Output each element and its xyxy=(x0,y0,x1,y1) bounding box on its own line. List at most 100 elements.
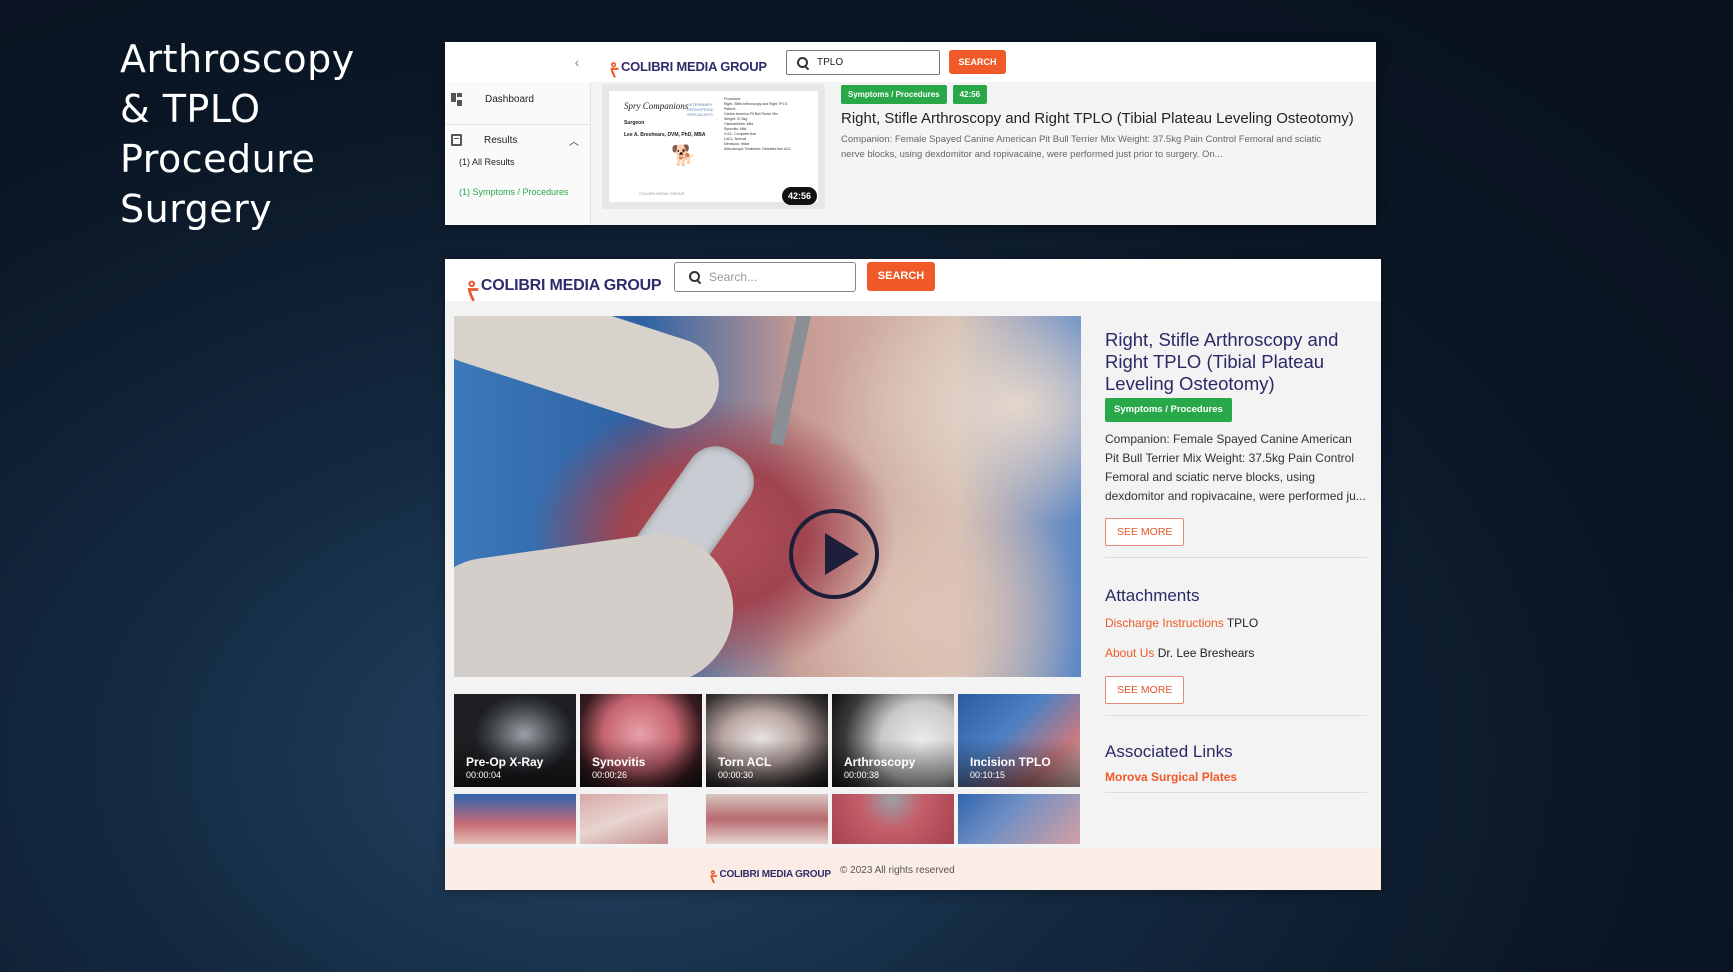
chapter-thumbnail[interactable]: Pre-Op X-Ray 00:00:04 xyxy=(454,694,576,787)
duration-badge: 42:56 xyxy=(781,187,817,205)
logo-text: COLIBRI MEDIA GROUP xyxy=(620,59,767,74)
divider xyxy=(1105,715,1367,716)
chapter-time: 00:00:26 xyxy=(592,770,628,780)
colibri-bird-icon: ᡷ xyxy=(610,60,619,80)
logo-text: COLIBRI MEDIA GROUP xyxy=(719,868,831,880)
chevron-up-icon[interactable]: ︿ xyxy=(569,133,579,148)
sidebar-item-results[interactable]: Results ︿ xyxy=(445,127,591,153)
sidebar-divider xyxy=(445,124,591,125)
sidebar-item-symptoms[interactable]: (1) Symptoms / Procedures xyxy=(459,187,569,197)
document-line: Arthroscopic Treatment: Debrided torn AC… xyxy=(724,147,791,151)
chapter-name: Torn ACL xyxy=(718,755,772,769)
sidebar-item-label: Dashboard xyxy=(485,93,534,105)
attachment-text: Dr. Lee Breshears xyxy=(1154,646,1255,660)
chapter-name: Arthroscopy xyxy=(844,755,916,769)
attachment-item: About Us Dr. Lee Breshears xyxy=(1105,646,1367,660)
result-thumbnail[interactable]: Spry Companions VETERINARY ORTHOPEDIC SP… xyxy=(602,84,825,209)
search-results-screenshot: ‹ ᡷ COLIBRI MEDIA GROUP TPLO SEARCH Dash… xyxy=(445,42,1376,225)
chapter-time: 00:10:15 xyxy=(970,770,1006,780)
associated-link[interactable]: Morova Surgical Plates xyxy=(1105,770,1237,784)
logo[interactable]: ᡷ COLIBRI MEDIA GROUP xyxy=(610,51,767,82)
bottom-header: ᡷ COLIBRI MEDIA GROUP Search... SEARCH xyxy=(445,259,1381,305)
search-button[interactable]: SEARCH xyxy=(867,262,935,291)
divider xyxy=(1105,557,1367,558)
chapter-thumbnail[interactable]: Torn ACL 00:00:30 xyxy=(706,694,828,787)
chapter-time: 00:00:04 xyxy=(466,770,502,780)
attachments-see-more-button[interactable]: SEE MORE xyxy=(1105,676,1185,704)
search-value: TPLO xyxy=(817,57,844,68)
chapter-thumbnail[interactable]: Synovitis 00:00:26 xyxy=(580,694,702,787)
top-header: ‹ ᡷ COLIBRI MEDIA GROUP TPLO SEARCH xyxy=(445,42,1376,82)
copyright: © 2023 All rights reserved xyxy=(840,865,955,876)
document-surgeon: Lee A. Breshears, DVM, PhD, MBA xyxy=(624,132,706,138)
colibri-bird-icon: ᡷ xyxy=(710,869,718,886)
surgical-tool-image xyxy=(769,316,813,446)
search-input[interactable]: Search... xyxy=(674,262,856,292)
chapter-time: 00:00:38 xyxy=(844,770,880,780)
document-lines: Procedure: Right, Stifle Arthroscopy and… xyxy=(724,97,814,152)
slide-title-line: Arthroscopy xyxy=(120,37,355,81)
document-footer: COLIBRI MEDIA GROUP xyxy=(639,191,685,196)
result-description: Companion: Female Spayed Canine American… xyxy=(841,134,1322,160)
chapter-name: Pre-Op X-Ray xyxy=(466,755,544,769)
video-info-panel: Right, Stifle Arthroscopy and Right TPLO… xyxy=(1105,329,1367,793)
slide-title-line: Procedure xyxy=(120,137,316,181)
dashboard-icon xyxy=(451,93,463,106)
slide-title-line: & TPLO xyxy=(120,87,261,131)
logo[interactable]: ᡷ COLIBRI MEDIA GROUP xyxy=(467,265,662,307)
duration-tag: 42:56 xyxy=(952,85,988,104)
chapter-thumbnail[interactable] xyxy=(454,794,576,844)
video-title: Right, Stifle Arthroscopy and Right TPLO… xyxy=(1105,329,1339,394)
result-tags: Symptoms / Procedures 42:56 xyxy=(841,85,988,104)
attachment-text: TPLO xyxy=(1223,616,1259,630)
chapter-time: 00:00:30 xyxy=(718,770,754,780)
search-icon xyxy=(797,56,809,69)
divider xyxy=(1105,792,1367,793)
video-detail-screenshot: ᡷ COLIBRI MEDIA GROUP Search... SEARCH P… xyxy=(445,259,1381,890)
category-tag[interactable]: Symptoms / Procedures xyxy=(1105,398,1232,422)
surgical-glove-image xyxy=(454,524,743,677)
search-button[interactable]: SEARCH xyxy=(949,50,1006,74)
sidebar-item-all-results[interactable]: (1) All Results xyxy=(459,157,515,167)
chapter-thumbnail[interactable] xyxy=(580,794,668,844)
footer-logo[interactable]: ᡷ COLIBRI MEDIA GROUP xyxy=(710,861,831,887)
procedure-document-preview: Spry Companions VETERINARY ORTHOPEDIC SP… xyxy=(609,91,818,202)
chapter-thumbnail[interactable] xyxy=(958,794,1080,844)
clipboard-icon xyxy=(451,134,462,146)
see-more-button[interactable]: SEE MORE xyxy=(1105,518,1185,546)
attachment-item: Discharge Instructions TPLO xyxy=(1105,616,1367,630)
video-description: Companion: Female Spayed Canine American… xyxy=(1105,432,1366,503)
document-surgeon-label: Surgeon xyxy=(624,120,645,126)
video-player[interactable] xyxy=(454,316,1081,677)
colibri-bird-icon: ᡷ xyxy=(467,278,479,305)
document-brand-sub: VETERINARY ORTHOPEDIC SPECIALISTS xyxy=(687,102,714,117)
sidebar-item-dashboard[interactable]: Dashboard xyxy=(445,86,591,112)
chapter-name: Synovitis xyxy=(592,755,646,769)
slide-title-line: Surgery xyxy=(120,187,273,231)
category-tag[interactable]: Symptoms / Procedures xyxy=(841,85,947,104)
search-placeholder: Search... xyxy=(709,270,758,284)
chapter-thumbnail[interactable] xyxy=(706,794,828,844)
dog-icon: 🐕 xyxy=(671,145,696,167)
chapter-thumbnail[interactable] xyxy=(832,794,954,844)
attachment-link[interactable]: Discharge Instructions xyxy=(1105,616,1224,630)
chapter-name: Incision TPLO xyxy=(970,755,1051,769)
sidebar-item-label: Results xyxy=(484,134,518,146)
attachment-link[interactable]: About Us xyxy=(1105,646,1154,660)
document-brand: Spry Companions xyxy=(624,101,689,111)
surgical-glove-image xyxy=(454,316,731,441)
chapter-thumbnail[interactable]: Incision TPLO 00:10:15 xyxy=(958,694,1080,787)
result-title[interactable]: Right, Stifle Arthroscopy and Right TPLO… xyxy=(841,110,1354,127)
associated-links-heading: Associated Links xyxy=(1105,742,1233,761)
footer: ᡷ COLIBRI MEDIA GROUP © 2023 All rights … xyxy=(445,848,1381,890)
search-input[interactable]: TPLO xyxy=(786,50,940,75)
slide-title: Arthroscopy & TPLO Procedure Surgery xyxy=(120,34,450,234)
logo-text: COLIBRI MEDIA GROUP xyxy=(480,277,662,294)
chapter-thumbnail[interactable]: Arthroscopy 00:00:38 xyxy=(832,694,954,787)
sidebar: Dashboard Results ︿ (1) All Results (1) … xyxy=(445,82,591,225)
attachments-heading: Attachments xyxy=(1105,586,1200,605)
play-icon[interactable] xyxy=(789,509,879,599)
search-icon xyxy=(689,271,701,283)
chevron-left-icon[interactable]: ‹ xyxy=(567,52,587,72)
chapter-list: Pre-Op X-Ray 00:00:04 Synovitis 00:00:26… xyxy=(454,694,1082,874)
